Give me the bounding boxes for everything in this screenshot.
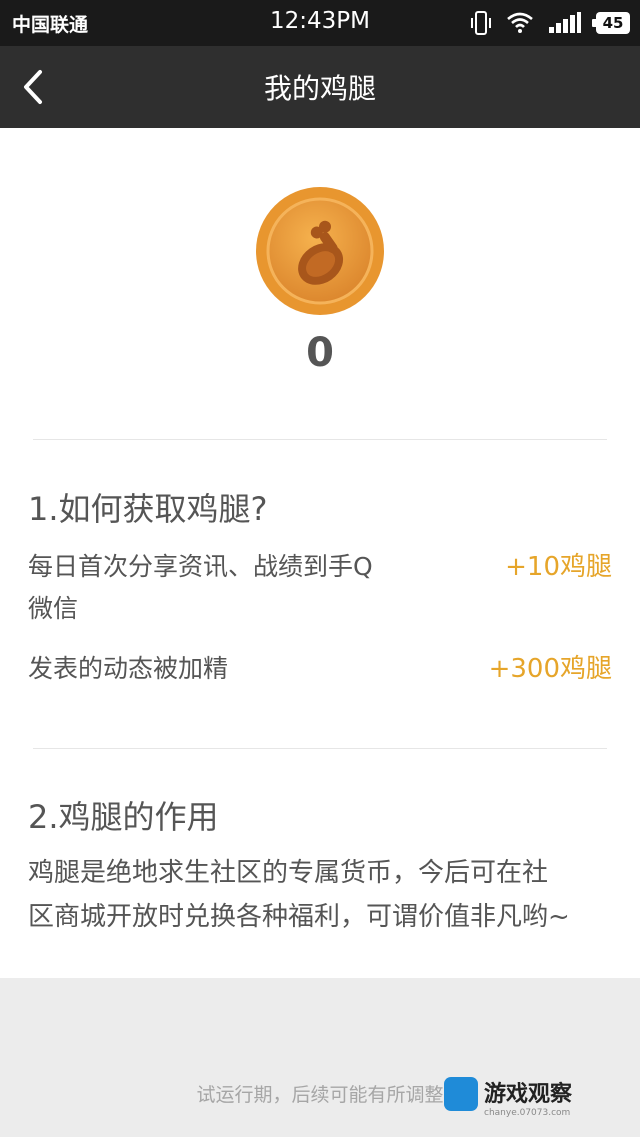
battery-icon: 45 [592,12,630,34]
watermark-logo: 游戏观察 chanye.07073.com [444,1074,634,1134]
usage-line: 鸡腿是绝地求生社区的专属货币，今后可在社 [28,858,549,888]
watermark-url: chanye.07073.com [484,1108,571,1118]
page-title: 我的鸡腿 [263,72,376,105]
nav-bar: 我的鸡腿 [0,46,640,128]
signal-icon [549,12,581,33]
usage-title: 2.鸡腿的作用 [28,798,219,836]
rule-row-share: 每日首次分享资讯、战绩到手Q 微信 +10鸡腿 [28,546,612,630]
status-icons: 45 [470,10,630,36]
drumstick-coin-icon [256,187,384,315]
rule-reward: +10鸡腿 [505,552,612,582]
main-content: 0 1.如何获取鸡腿? 每日首次分享资讯、战绩到手Q 微信 +10鸡腿 发表的动… [0,128,640,978]
rule-text: 每日首次分享资讯、战绩到手Q 微信 [28,546,373,630]
drumstick-balance: 0 [306,330,334,376]
rule-text-line2: 微信 [28,594,79,623]
usage-line: 区商城开放时兑换各种福利，可谓价值非凡哟~ [28,902,570,932]
wifi-icon [507,12,533,33]
rule-text: 发表的动态被加精 [28,654,229,683]
rule-reward: +300鸡腿 [488,654,612,684]
vibrate-icon [471,11,491,35]
divider [33,439,607,440]
rule-row-featured: 发表的动态被加精 +300鸡腿 [28,648,612,690]
how-to-get-title: 1.如何获取鸡腿? [28,490,268,528]
watermark-brand: 游戏观察 [484,1082,573,1107]
watermark-badge-icon [444,1077,478,1111]
usage-description: 鸡腿是绝地求生社区的专属货币，今后可在社 区商城开放时兑换各种福利，可谓价值非凡… [28,851,618,939]
status-bar: 中国联通 12:43PM 45 [0,0,640,46]
divider [33,748,607,749]
rule-text-line1: 每日首次分享资讯、战绩到手Q [28,552,373,581]
